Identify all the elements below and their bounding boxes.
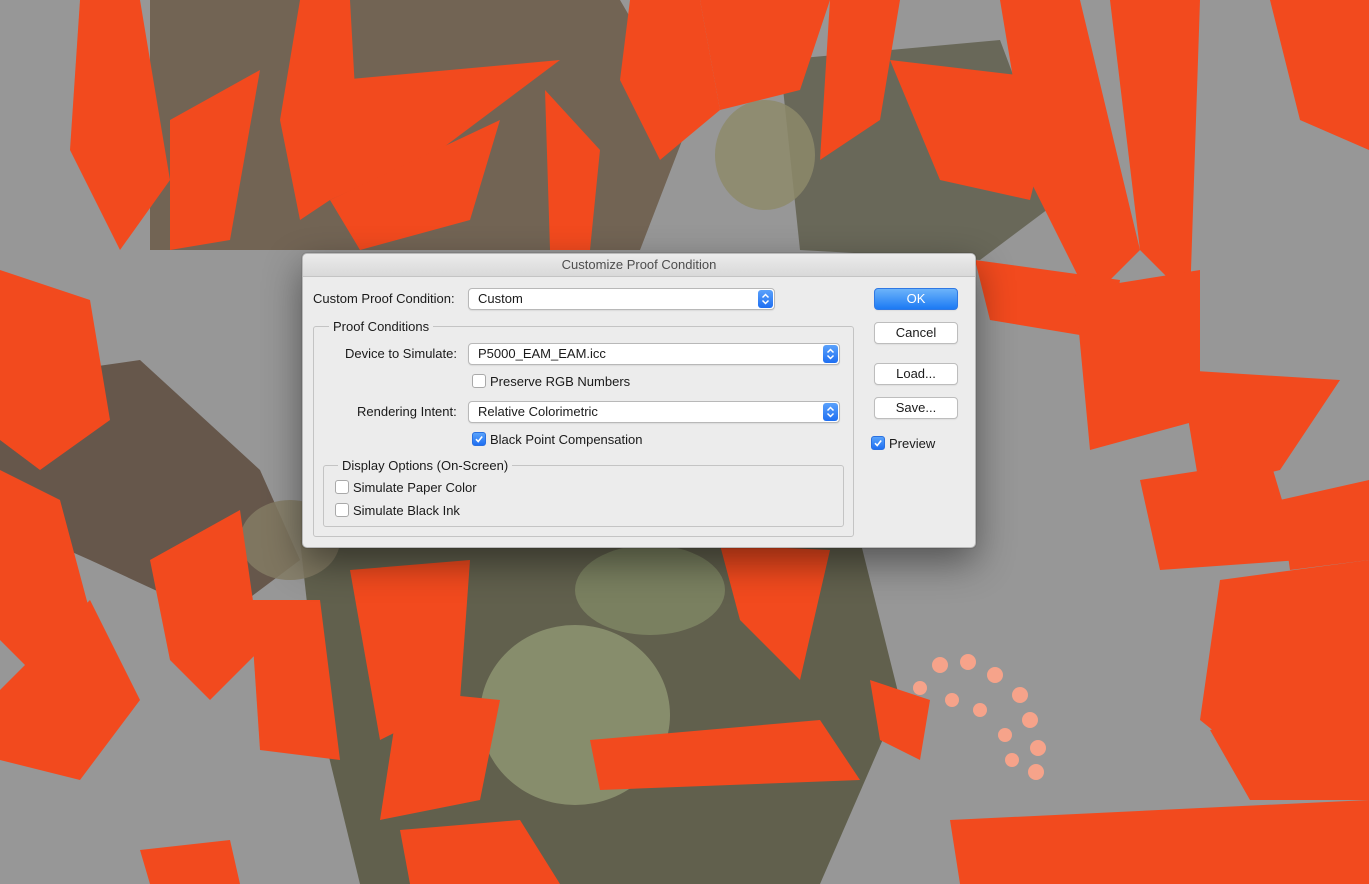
- custom-proof-condition-label: Custom Proof Condition:: [313, 291, 455, 306]
- rendering-intent-select[interactable]: Relative Colorimetric: [468, 401, 840, 423]
- rendering-intent-label: Rendering Intent:: [357, 404, 457, 419]
- load-button[interactable]: Load...: [874, 363, 958, 385]
- custom-proof-condition-select[interactable]: Custom: [468, 288, 775, 310]
- save-button[interactable]: Save...: [874, 397, 958, 419]
- dialog-title: Customize Proof Condition: [303, 254, 975, 277]
- preserve-rgb-checkbox[interactable]: [472, 374, 486, 388]
- select-arrows-icon: [758, 290, 773, 308]
- checkmark-icon: [874, 440, 882, 447]
- cancel-button[interactable]: Cancel: [874, 322, 958, 344]
- device-to-simulate-select[interactable]: P5000_EAM_EAM.icc: [468, 343, 840, 365]
- simulate-black-ink-checkbox[interactable]: [335, 503, 349, 517]
- preview-label: Preview: [889, 436, 936, 451]
- preserve-rgb-label: Preserve RGB Numbers: [490, 374, 631, 389]
- display-options-title: Display Options (On-Screen): [338, 458, 513, 473]
- select-arrows-icon: [823, 403, 838, 421]
- device-to-simulate-value: P5000_EAM_EAM.icc: [478, 346, 606, 361]
- custom-proof-condition-value: Custom: [478, 291, 523, 306]
- preview-checkbox[interactable]: [871, 436, 885, 450]
- device-to-simulate-label: Device to Simulate:: [345, 346, 457, 361]
- rendering-intent-value: Relative Colorimetric: [478, 404, 598, 419]
- simulate-black-ink-label: Simulate Black Ink: [353, 503, 460, 518]
- ok-button[interactable]: OK: [874, 288, 958, 310]
- customize-proof-condition-dialog: Customize Proof Condition Custom Proof C…: [302, 253, 976, 548]
- select-arrows-icon: [823, 345, 838, 363]
- proof-conditions-title: Proof Conditions: [329, 319, 434, 334]
- black-point-compensation-label: Black Point Compensation: [490, 432, 643, 447]
- simulate-paper-color-checkbox[interactable]: [335, 480, 349, 494]
- black-point-compensation-checkbox[interactable]: [472, 432, 486, 446]
- checkmark-icon: [475, 436, 483, 443]
- simulate-paper-color-label: Simulate Paper Color: [353, 480, 477, 495]
